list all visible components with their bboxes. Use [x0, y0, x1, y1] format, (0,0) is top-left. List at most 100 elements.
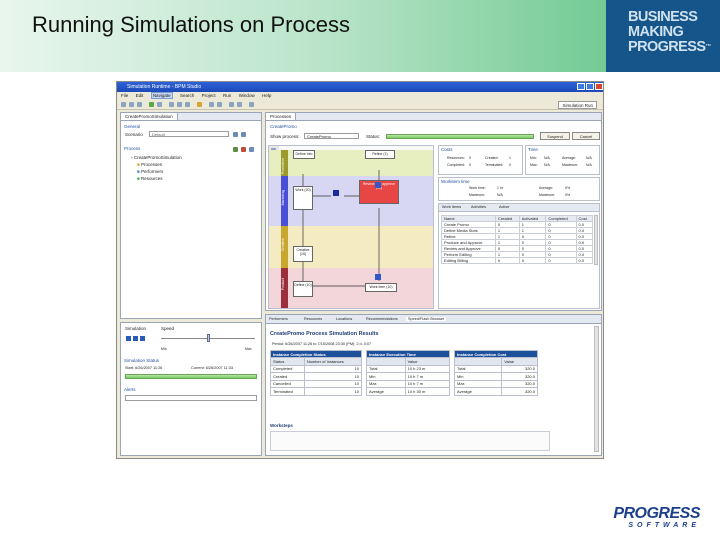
cell: 320.0	[501, 379, 538, 388]
status-start: Start: 6/26/2007 11:26	[125, 366, 163, 370]
cell: Total	[453, 364, 503, 373]
remove-icon[interactable]	[241, 147, 246, 152]
status-label: Status:	[366, 134, 381, 139]
tree-item-resources[interactable]: ■ Resources	[137, 176, 163, 181]
save-icon[interactable]	[129, 102, 134, 107]
zoom-in-icon[interactable]	[209, 102, 214, 107]
zoom-out-icon[interactable]	[217, 102, 222, 107]
menu-window[interactable]: Window	[239, 93, 255, 98]
menu-project[interactable]: Project	[202, 93, 216, 98]
node-work[interactable]: Work (20)	[293, 186, 313, 210]
tab-performers[interactable]: Performers	[269, 317, 288, 321]
scenario-input[interactable]: Default	[149, 131, 229, 137]
menu-run[interactable]: Run	[223, 93, 231, 98]
cost-cell: 0	[509, 163, 511, 167]
tree-item-label: Processes	[140, 162, 162, 167]
stop-icon[interactable]	[140, 336, 145, 341]
print-icon[interactable]	[137, 102, 142, 107]
grid-icon[interactable]	[237, 102, 242, 107]
forward-icon[interactable]	[185, 102, 190, 107]
explorer-tab[interactable]: CreatePromoSimulation	[121, 113, 178, 121]
worklist-tab-items[interactable]: Work Items	[442, 205, 461, 209]
tab-resources[interactable]: Resources	[304, 317, 322, 321]
close-icon[interactable]	[595, 83, 603, 90]
help-icon[interactable]	[197, 102, 202, 107]
tree-root[interactable]: ▫ CreatePromoSimulation	[131, 155, 182, 160]
node-define[interactable]: Define (10)	[293, 281, 313, 297]
back-icon[interactable]	[177, 102, 182, 107]
tree-item-processes[interactable]: ■ Processes	[137, 162, 162, 167]
show-process-select[interactable]: CreatePromo	[304, 133, 359, 139]
execution-time-heading: Instance Execution Time	[366, 350, 450, 358]
tab-locations[interactable]: Locations	[336, 317, 352, 321]
cell: 320.0	[501, 387, 538, 396]
cancel-button[interactable]: Cancel	[572, 132, 600, 140]
table-row: Average 10 h 30 m	[366, 387, 451, 396]
menu-search[interactable]: Search	[180, 93, 194, 98]
worklist-tab-activities[interactable]: Activities	[471, 205, 486, 209]
properties-icon[interactable]	[249, 147, 254, 152]
tab-browser[interactable]: Speed/Flash Browser	[406, 317, 447, 321]
workitem-cell: Average:	[539, 186, 553, 190]
menu-help[interactable]: Help	[262, 93, 271, 98]
tab-recommendations[interactable]: Recommendations	[366, 317, 398, 321]
worklist-scrollbar[interactable]	[594, 215, 598, 265]
run-icon[interactable]	[149, 102, 154, 107]
menu-edit[interactable]: Edit	[136, 93, 144, 98]
minimize-icon[interactable]	[577, 83, 585, 90]
time-box-title: Time	[528, 147, 538, 152]
worklist-table: Name Created Activated Completed Cost Cr…	[441, 215, 594, 264]
worklist-tab-active[interactable]: Active	[499, 205, 509, 209]
node-refine[interactable]: Refine (1)	[365, 150, 395, 159]
new-icon[interactable]	[121, 102, 126, 107]
time-cell: Max:	[530, 163, 538, 167]
tree-item-performers[interactable]: ■ Performers	[137, 169, 163, 174]
node-creative[interactable]: Creative (15)	[293, 246, 313, 262]
menu-bar: File Edit Navigate Search Project Run Wi…	[117, 92, 603, 100]
results-scrollbar[interactable]	[594, 326, 599, 452]
cell: Min	[453, 372, 503, 381]
node-work-item[interactable]: Work Item (10)	[365, 283, 397, 292]
speed-slider-handle[interactable]	[207, 334, 210, 342]
tree-item-label: Performers	[140, 169, 164, 174]
cost-cell: Terminated:	[485, 163, 504, 167]
search-icon[interactable]	[169, 102, 174, 107]
execution-time-table: Instance Execution Time Value Total 10 h …	[366, 350, 451, 396]
cost-cell: 0	[469, 156, 471, 160]
node-define-info[interactable]: Define Info	[293, 150, 315, 159]
maximize-icon[interactable]	[586, 83, 594, 90]
menu-navigate[interactable]: Navigate	[150, 92, 173, 99]
cost-cell: 1	[509, 156, 511, 160]
results-panel: Performers Resources Locations Recommend…	[265, 314, 602, 456]
resource-icon: ■	[137, 176, 140, 181]
table-row: Completed 10	[270, 364, 363, 373]
play-icon[interactable]	[126, 336, 131, 341]
debug-icon[interactable]	[157, 102, 162, 107]
suspend-button[interactable]: Suspend	[540, 132, 570, 140]
workitem-cell: Maximum:	[539, 193, 556, 197]
simulation-explorer-panel: CreatePromoSimulation General Scenario D…	[120, 112, 262, 319]
align-icon[interactable]	[249, 102, 254, 107]
time-cell: Maximum:	[562, 163, 579, 167]
process-diagram[interactable]: Promotion Marketing Creative Product Def…	[268, 145, 434, 309]
cell: 320.0	[501, 364, 538, 373]
cost-cell: Created:	[485, 156, 499, 160]
folder-icon: ■	[137, 162, 140, 167]
pause-icon[interactable]	[133, 336, 138, 341]
menu-file[interactable]: File	[121, 93, 128, 98]
process-tab[interactable]: Processes	[266, 113, 297, 121]
browse-icon[interactable]	[233, 132, 238, 137]
perspective-switcher[interactable]: Simulation Run	[558, 101, 597, 109]
cell: 320.0	[501, 372, 538, 381]
table-row[interactable]: Editing Billing 0 0 0 0.0	[441, 257, 594, 264]
workitem-box: Workitem time Work time: 1 hr Average: 0…	[438, 177, 600, 201]
cell: 10 h 30 m	[404, 387, 451, 396]
cell: Cancelled	[270, 379, 305, 388]
ide-screenshot: Simulation Runtime - BPM Studio File Edi…	[116, 81, 604, 459]
cell: 0	[545, 257, 577, 264]
time-cell: Average:	[562, 156, 576, 160]
edit-icon[interactable]	[241, 132, 246, 137]
add-icon[interactable]	[233, 147, 238, 152]
cost-cell: Completed:	[447, 163, 465, 167]
layout-icon[interactable]	[229, 102, 234, 107]
